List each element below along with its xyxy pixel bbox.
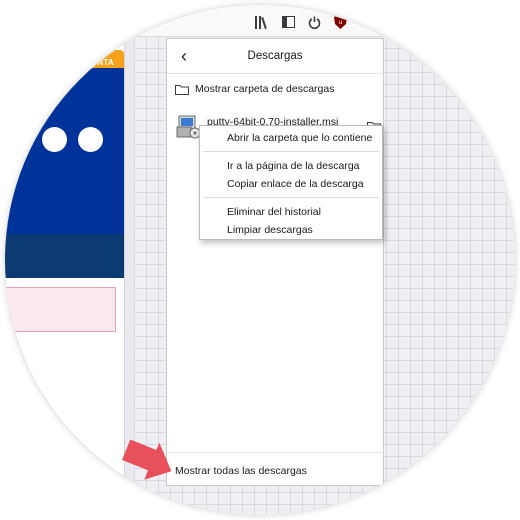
downloads-panel: ‹ Descargas Mostrar carpeta de descargas [166,38,384,486]
library-icon[interactable] [254,14,270,30]
folder-icon [175,84,189,95]
menu-item-open-containing-folder[interactable]: Abrir la carpeta que lo contiene [227,132,372,144]
pink-notice-box [5,287,116,332]
browser-toolbar: u [134,5,515,37]
annotation-arrow-icon [122,440,172,480]
banner-dot-left [42,127,67,152]
svg-text:u: u [338,20,341,26]
banner-dot-right [78,127,103,152]
menu-separator [203,151,379,152]
panel-footer: Mostrar todas las descargas [167,452,383,485]
context-menu: Abrir la carpeta que lo contiene Ir a la… [199,125,383,240]
sidebar-icon[interactable] [280,14,296,30]
menu-separator [203,197,379,198]
show-all-downloads-button[interactable]: Mostrar todas las descargas [175,465,307,477]
page-divider [124,5,134,515]
menu-item-copy-download-link[interactable]: Copiar enlace de la descarga [227,178,364,190]
show-downloads-folder-button[interactable]: Mostrar carpeta de descargas [175,80,334,98]
circular-crop: NTA u ‹ Descargas Mostrar carpeta de des… [5,5,515,515]
power-icon[interactable] [306,14,322,30]
menu-item-clear-downloads[interactable]: Limpiar descargas [227,224,313,236]
screenshot-stage: NTA u ‹ Descargas Mostrar carpeta de des… [0,0,520,520]
show-downloads-folder-label: Mostrar carpeta de descargas [195,83,335,95]
menu-item-go-to-download-page[interactable]: Ir a la página de la descarga [227,160,360,172]
dark-band [5,234,124,278]
blue-banner [5,68,124,234]
panel-title: Descargas [247,50,303,62]
panel-header: ‹ Descargas [167,39,383,74]
installer-icon [176,115,201,139]
webpage-content: NTA [5,5,125,515]
ublock-icon[interactable]: u [332,14,348,30]
menu-item-delete-from-history[interactable]: Eliminar del historial [227,206,321,218]
